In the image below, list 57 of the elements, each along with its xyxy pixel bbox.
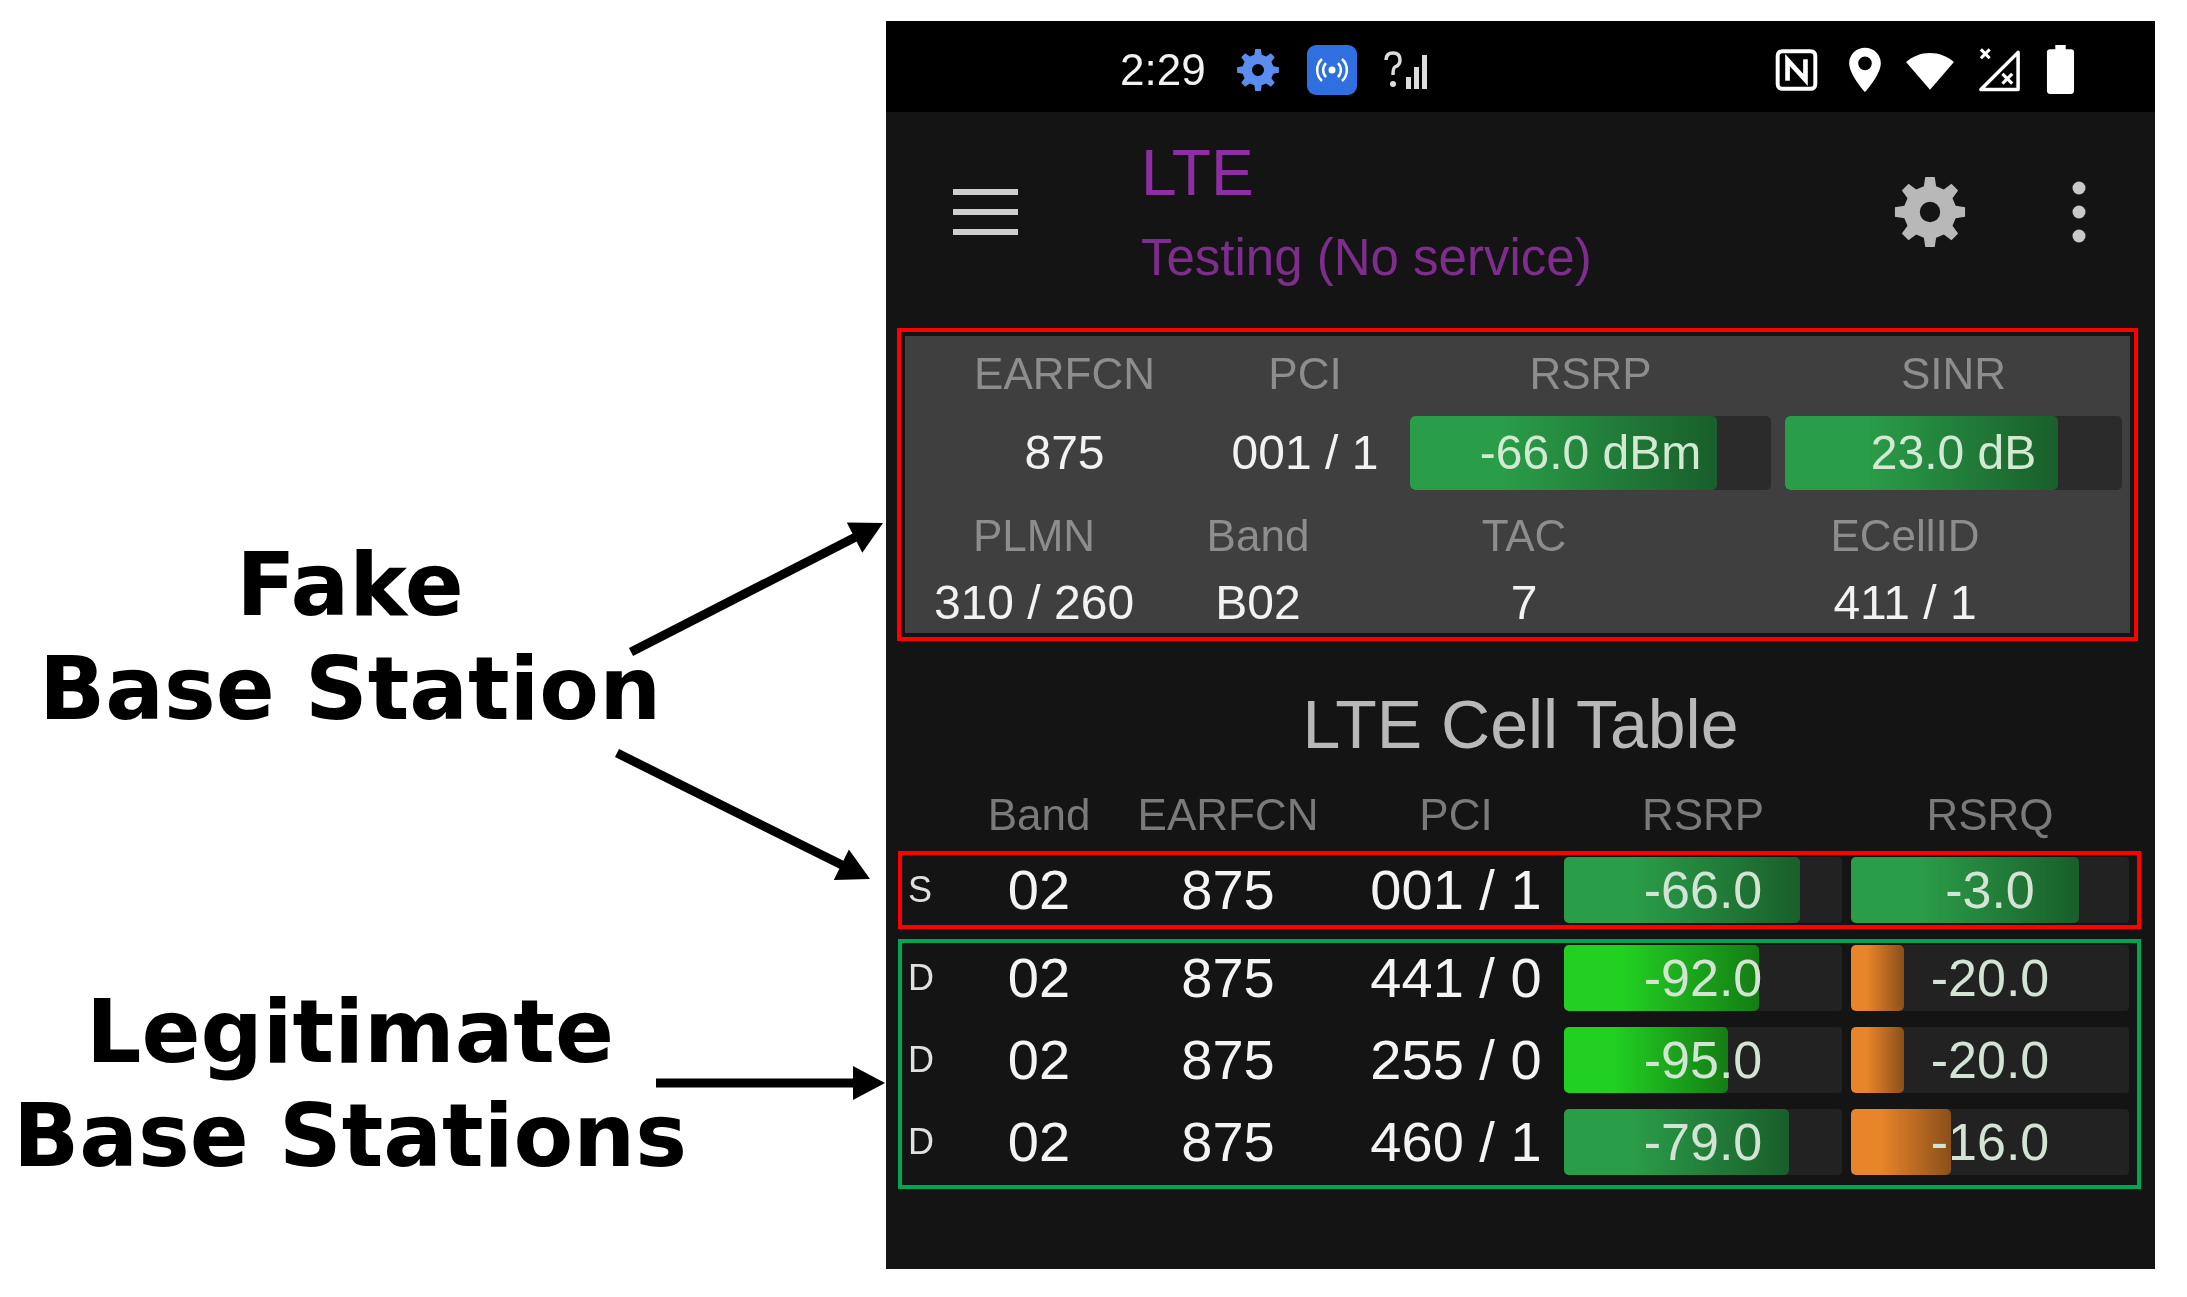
menu-icon[interactable] [953, 189, 1018, 235]
callout-label: Fake Base Station [37, 533, 663, 741]
row-marker: D [908, 1038, 934, 1082]
row-marker: D [908, 1120, 934, 1164]
column-header: EARFCN [1137, 789, 1319, 841]
field-value: 001 / 1 [1231, 425, 1379, 481]
column-header: PCI [1419, 789, 1493, 841]
gear-icon [1235, 48, 1280, 92]
meter-reading: -3.0 [1945, 860, 2035, 920]
table-cell: 875 [1181, 1027, 1275, 1093]
table-cell: 02 [1007, 1027, 1071, 1093]
field-label: ECellID [1830, 510, 1980, 562]
table-cell: 255 / 0 [1370, 1027, 1542, 1093]
field-label: TAC [1481, 510, 1567, 562]
table-cell: 875 [1181, 945, 1275, 1011]
meter-reading: -20.0 [1930, 1030, 2050, 1090]
signal-unknown-icon [1383, 51, 1430, 89]
meter-reading: -20.0 [1930, 948, 2050, 1008]
row-marker: S [908, 868, 932, 912]
column-header: Band [987, 789, 1091, 841]
battery-icon [2045, 45, 2076, 95]
table-cell: 875 [1181, 857, 1275, 923]
table-cell: 02 [1007, 857, 1071, 923]
table-title: LTE Cell Table [1302, 685, 1739, 764]
field-label: PLMN [972, 510, 1096, 562]
field-label: PCI [1268, 348, 1342, 400]
field-label: SINR [1900, 348, 2007, 400]
status-time: 2:29 [1120, 45, 1206, 95]
column-header: RSRQ [1926, 789, 2054, 841]
field-label: EARFCN [974, 348, 1155, 400]
field-label: Band [1206, 510, 1310, 562]
field-value: B02 [1215, 575, 1301, 631]
table-cell: 441 / 0 [1370, 945, 1542, 1011]
settings-icon[interactable] [1894, 176, 1966, 248]
callout-label: Legitimate Base Stations [12, 980, 688, 1188]
field-label: RSRP [1529, 348, 1652, 400]
more-icon[interactable] [2072, 181, 2086, 243]
table-cell: 02 [1007, 1109, 1071, 1175]
table-cell: 460 / 1 [1370, 1109, 1542, 1175]
meter-reading: -66.0 dBm [1479, 425, 1702, 481]
row-marker: D [908, 956, 934, 1000]
field-value: 411 / 1 [1833, 575, 1977, 631]
meter-reading: -79.0 [1643, 1112, 1763, 1172]
table-cell: 02 [1007, 945, 1071, 1011]
meter-reading: -66.0 [1643, 860, 1763, 920]
nfc-icon [1775, 47, 1818, 93]
broadcast-icon [1306, 45, 1357, 95]
table-cell: 875 [1181, 1109, 1275, 1175]
field-value: 310 / 260 [933, 575, 1135, 631]
app-title: LTE [1141, 138, 1254, 208]
table-cell: 001 / 1 [1370, 857, 1542, 923]
column-header: RSRP [1641, 789, 1765, 841]
field-value: 875 [1024, 425, 1105, 481]
field-value: 7 [1510, 575, 1538, 631]
location-pin-icon [1846, 46, 1884, 94]
app-subtitle: Testing (No service) [1141, 230, 1592, 286]
meter-reading: 23.0 dB [1870, 425, 2037, 481]
